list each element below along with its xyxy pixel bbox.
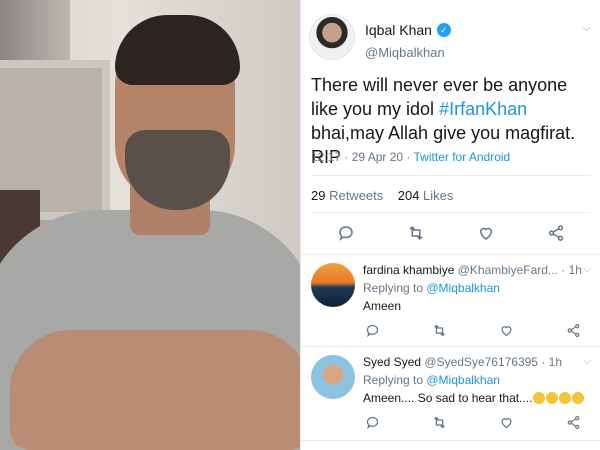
pensive-emoji-icon bbox=[559, 392, 572, 404]
likes-label[interactable]: Likes bbox=[419, 188, 453, 203]
replying-to-link[interactable]: @Miqbalkhan bbox=[426, 373, 500, 387]
reply-avatar[interactable] bbox=[311, 263, 355, 307]
reply-avatar[interactable] bbox=[311, 355, 355, 399]
reply-time[interactable]: · 1h bbox=[538, 355, 562, 369]
reply-handle[interactable]: @KhambiyeFard... bbox=[454, 263, 558, 277]
likes-count[interactable]: 204 bbox=[398, 188, 420, 203]
share-icon[interactable] bbox=[547, 224, 565, 242]
pensive-emoji-icon bbox=[546, 392, 559, 404]
divider bbox=[311, 212, 591, 213]
author-handle[interactable]: @Miqbalkhan bbox=[365, 45, 445, 60]
retweet-icon[interactable] bbox=[430, 321, 448, 339]
heart-icon[interactable] bbox=[477, 224, 495, 242]
heart-icon[interactable] bbox=[498, 413, 516, 431]
share-icon[interactable] bbox=[565, 413, 583, 431]
reply-item[interactable]: Syed Syed @SyedSye76176395 · 1h ⌵ Replyi… bbox=[301, 346, 600, 450]
reply-name[interactable]: Syed Syed bbox=[363, 355, 421, 369]
replying-to-link[interactable]: @Miqbalkhan bbox=[426, 281, 500, 295]
divider bbox=[301, 440, 600, 441]
reply-name[interactable]: fardina khambiye bbox=[363, 263, 454, 277]
replying-to: Replying to @Miqbalkhan bbox=[363, 281, 500, 295]
divider bbox=[311, 175, 591, 176]
replying-label: Replying to bbox=[363, 281, 427, 295]
share-icon[interactable] bbox=[565, 321, 583, 339]
hair bbox=[115, 15, 240, 85]
reply-icon[interactable] bbox=[363, 321, 381, 339]
chevron-down-icon[interactable]: ⌵ bbox=[583, 356, 591, 367]
reply-text-body: Ameen.... So sad to hear that.... bbox=[363, 391, 533, 405]
reply-icon[interactable] bbox=[363, 413, 381, 431]
retweet-icon[interactable] bbox=[430, 413, 448, 431]
replying-to: Replying to @Miqbalkhan bbox=[363, 373, 500, 387]
reply-actions bbox=[363, 321, 583, 339]
replying-label: Replying to bbox=[363, 373, 427, 387]
tweet-stats: 29 Retweets 204 Likes bbox=[311, 188, 453, 203]
reply-text: Ameen bbox=[363, 299, 402, 313]
retweet-icon[interactable] bbox=[407, 224, 425, 242]
reply-actions bbox=[363, 413, 583, 431]
author-name[interactable]: Iqbal Khan bbox=[365, 22, 432, 38]
author-avatar[interactable] bbox=[309, 14, 355, 60]
tweet-panel: Iqbal Khan ✓ @Miqbalkhan ⌵ There will ne… bbox=[300, 0, 600, 450]
reply-item[interactable]: fardina khambiye @KhambiyeFard... · 1h ⌵… bbox=[301, 254, 600, 346]
tweet-source[interactable]: Twitter for Android bbox=[414, 150, 511, 164]
main-tweet: Iqbal Khan ✓ @Miqbalkhan ⌵ There will ne… bbox=[301, 0, 600, 250]
tweet-time[interactable]: 12:17 · 29 Apr 20 · bbox=[311, 150, 414, 164]
reply-time[interactable]: · 1h bbox=[558, 263, 582, 277]
chevron-down-icon[interactable]: ⌵ bbox=[583, 264, 591, 275]
reply-text: Ameen.... So sad to hear that.... bbox=[363, 391, 585, 405]
profile-photo bbox=[0, 0, 300, 450]
reply-handle[interactable]: @SyedSye76176395 bbox=[421, 355, 538, 369]
reply-header: fardina khambiye @KhambiyeFard... · 1h bbox=[363, 263, 588, 277]
author-name-row: Iqbal Khan ✓ bbox=[365, 22, 451, 38]
verified-icon: ✓ bbox=[436, 23, 451, 37]
tweet-meta: 12:17 · 29 Apr 20 · Twitter for Android bbox=[311, 150, 510, 164]
hashtag-link[interactable]: #IrfanKhan bbox=[439, 99, 527, 119]
tweet-actions bbox=[301, 224, 600, 242]
crossed-arms bbox=[10, 330, 300, 450]
chevron-down-icon[interactable]: ⌵ bbox=[583, 22, 591, 35]
pensive-emoji-icon bbox=[533, 392, 546, 404]
reply-icon[interactable] bbox=[337, 224, 355, 242]
retweets-label[interactable]: Retweets bbox=[325, 188, 383, 203]
heart-icon[interactable] bbox=[498, 321, 516, 339]
reply-header: Syed Syed @SyedSye76176395 · 1h bbox=[363, 355, 588, 369]
retweets-count[interactable]: 29 bbox=[311, 188, 325, 203]
pensive-emoji-icon bbox=[572, 392, 585, 404]
